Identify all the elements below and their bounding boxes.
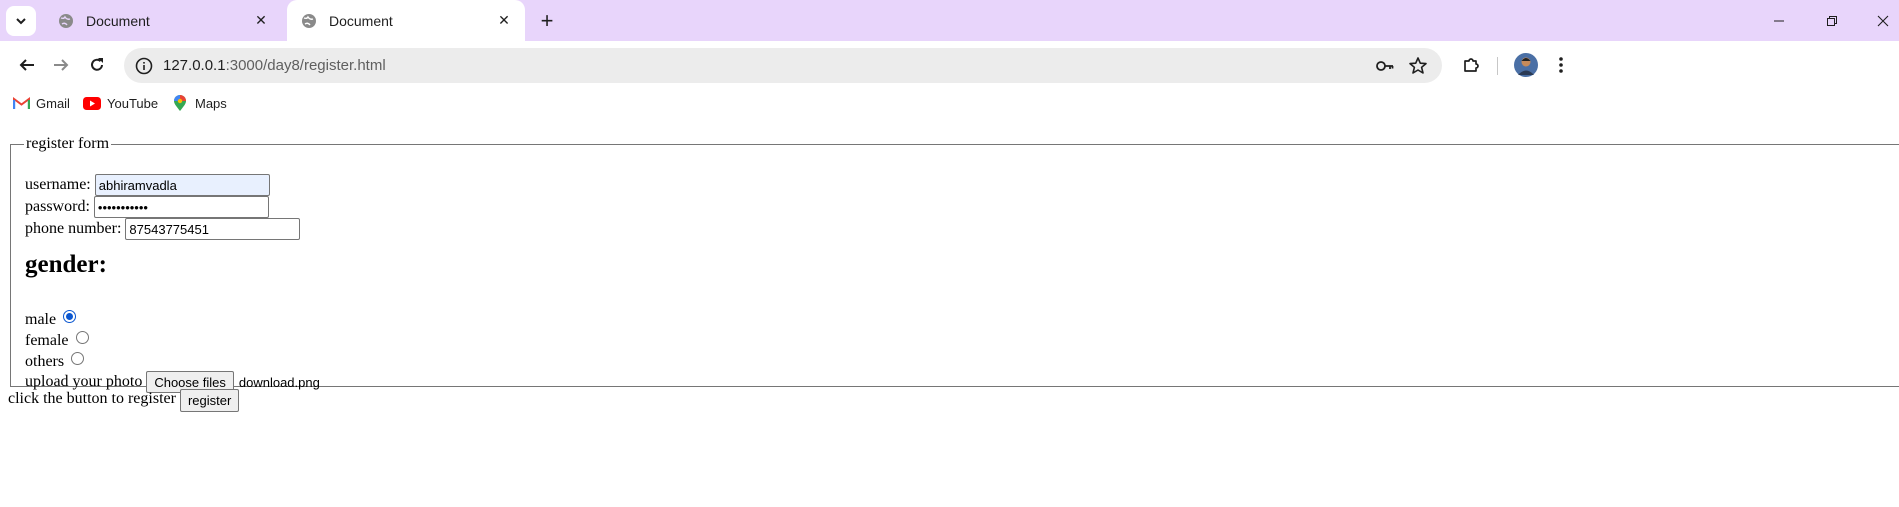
youtube-icon [83,95,101,111]
bookmark-label: Gmail [36,95,70,111]
phone-value: 87543775451 [129,221,209,237]
female-radio[interactable] [75,330,89,344]
star-icon[interactable] [1407,55,1429,77]
bookmark-gmail[interactable]: Gmail [12,95,70,111]
url-text[interactable]: 127.0.0.1:3000/day8/register.html [163,57,386,74]
close-window-button[interactable] [1867,8,1899,34]
arrow-left-icon [19,59,34,71]
profile-avatar[interactable] [1511,50,1541,80]
reload-icon [91,58,103,71]
reload-button[interactable] [82,50,112,80]
more-vertical-icon [1559,57,1563,73]
chevron-down-icon [16,18,26,25]
register-row: click the button to register register [8,387,240,412]
phone-input[interactable]: 87543775451 [125,218,301,240]
minimize-icon [1774,20,1784,22]
fieldset-legend: register form [26,135,110,152]
menu-button[interactable] [1546,50,1576,80]
bookmark-maps[interactable]: Maps [171,94,227,111]
tab-search-button[interactable] [6,6,36,36]
gender-option-female: female [25,330,89,350]
site-info-icon[interactable] [134,56,154,76]
register-prompt: click the button to register [8,389,176,407]
bookmark-label: Maps [195,95,227,111]
gender-option-male: male [25,309,77,329]
avatar-icon [1514,53,1538,77]
globe-icon [302,13,316,28]
password-label: password: [25,198,90,215]
gender-heading: gender: [25,251,107,278]
forward-button[interactable] [46,50,76,80]
radio-label: others [25,353,65,370]
username-row: username: abhiramvadla [25,174,270,196]
back-button[interactable] [12,50,42,80]
tab-document-2[interactable]: Document ✕ [287,0,525,41]
page-content: register form username: abhiramvadla pas… [0,119,1899,507]
selected-filename: download.png [238,374,320,390]
tab-strip: Document ✕ Document ✕ + [0,0,1899,41]
maps-icon [171,94,189,111]
tab-title: Document [86,12,150,29]
username-value: abhiramvadla [98,177,177,193]
tab-title: Document [329,12,393,29]
username-input[interactable]: abhiramvadla [94,174,270,196]
password-row: password: ••••••••••• [25,196,269,218]
username-label: username: [25,176,91,193]
extensions-button[interactable] [1456,50,1486,80]
url-path: :3000/day8/register.html [225,57,386,74]
bookmarks-bar: Gmail YouTube Maps [0,89,1899,119]
close-icon[interactable]: ✕ [252,12,270,30]
phone-row: phone number: 87543775451 [25,218,301,240]
bookmark-label: YouTube [107,95,159,111]
restore-icon [1827,16,1837,26]
address-bar[interactable]: 127.0.0.1:3000/day8/register.html [124,48,1442,83]
url-host: 127.0.0.1 [163,57,226,74]
toolbar-divider [1497,57,1498,75]
others-radio[interactable] [71,351,85,365]
radio-label: male [25,311,57,328]
close-icon [1877,15,1889,27]
new-tab-button[interactable]: + [534,8,560,34]
password-input[interactable]: ••••••••••• [93,196,269,218]
browser-toolbar: 127.0.0.1:3000/day8/register.html [0,41,1899,89]
password-value: ••••••••••• [97,199,148,215]
bookmark-youtube[interactable]: YouTube [83,95,158,111]
close-icon[interactable]: ✕ [495,12,513,30]
phone-label: phone number: [25,220,122,237]
minimize-button[interactable] [1761,8,1797,34]
radio-label: female [25,332,69,349]
puzzle-icon [1464,58,1479,72]
register-fieldset: register form username: abhiramvadla pas… [10,135,1899,393]
male-radio[interactable] [63,309,77,323]
gmail-icon [12,95,30,111]
restore-button[interactable] [1814,8,1850,34]
register-button[interactable]: register [179,389,240,412]
gender-option-others: others [25,351,85,371]
arrow-right-icon [54,59,69,71]
globe-icon [59,13,73,28]
key-icon[interactable] [1374,55,1396,77]
tab-document-1[interactable]: Document ✕ [44,0,282,41]
